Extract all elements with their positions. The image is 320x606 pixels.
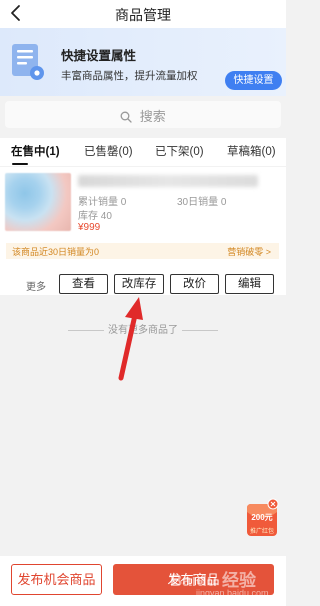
edit-stock-button[interactable]: 改库存	[114, 274, 164, 294]
sales-30-days: 30日销量 0	[177, 197, 227, 208]
product-card[interactable]: 累计销量 0 30日销量 0 库存 40 ¥999 该商品近30日销量为0 营销…	[0, 167, 286, 295]
edit-button[interactable]: 编辑	[225, 274, 274, 294]
promo-amount: 200元	[251, 513, 273, 522]
marketing-link[interactable]: 营销破零 >	[227, 245, 271, 258]
list-end-indicator: 没有更多商品了	[0, 321, 286, 336]
search-icon	[120, 109, 140, 124]
banner-subtitle: 丰富商品属性，提升流量加权	[61, 70, 198, 82]
product-image[interactable]	[5, 173, 71, 231]
quick-setup-button[interactable]: 快捷设置	[225, 71, 282, 90]
publish-opportunity-button[interactable]: 发布机会商品	[11, 564, 102, 595]
page-title: 商品管理	[115, 7, 171, 23]
list-end-text: 没有更多商品了	[108, 325, 178, 336]
watermark-url: jingyan.baidu.com	[196, 588, 269, 598]
tab-drafts[interactable]: 草稿箱(0)	[227, 143, 276, 159]
search-input[interactable]: 搜索	[5, 101, 281, 128]
status-tabs: 在售中(1) 已售罄(0) 已下架(0) 草稿箱(0)	[0, 138, 286, 166]
total-sales: 累计销量 0	[78, 197, 127, 208]
active-tab-indicator	[12, 163, 28, 165]
tab-sold-out[interactable]: 已售罄(0)	[84, 143, 133, 159]
quick-setup-banner[interactable]: 快捷设置属性 丰富商品属性，提升流量加权 快捷设置	[0, 28, 286, 96]
search-placeholder: 搜索	[139, 109, 166, 124]
promo-caption: 推广红包	[249, 529, 274, 535]
top-bar: 商品管理	[0, 0, 286, 28]
product-name-blurred	[78, 175, 258, 187]
tab-on-sale[interactable]: 在售中(1)	[11, 143, 60, 159]
promo-red-packet[interactable]: 200元 推广红包	[244, 498, 280, 538]
tab-off-shelf[interactable]: 已下架(0)	[155, 143, 204, 159]
edit-price-button[interactable]: 改价	[170, 274, 219, 294]
sales-notice-strip[interactable]: 该商品近30日销量为0 营销破零 >	[6, 243, 279, 259]
sales-notice-text: 该商品近30日销量为0	[12, 247, 100, 257]
document-settings-icon	[10, 42, 46, 82]
stock-count: 库存 40	[78, 211, 112, 222]
view-button[interactable]: 查看	[59, 274, 108, 294]
product-price: ¥999	[78, 222, 101, 233]
banner-title: 快捷设置属性	[61, 49, 137, 63]
more-actions-label[interactable]: 更多	[26, 278, 46, 293]
